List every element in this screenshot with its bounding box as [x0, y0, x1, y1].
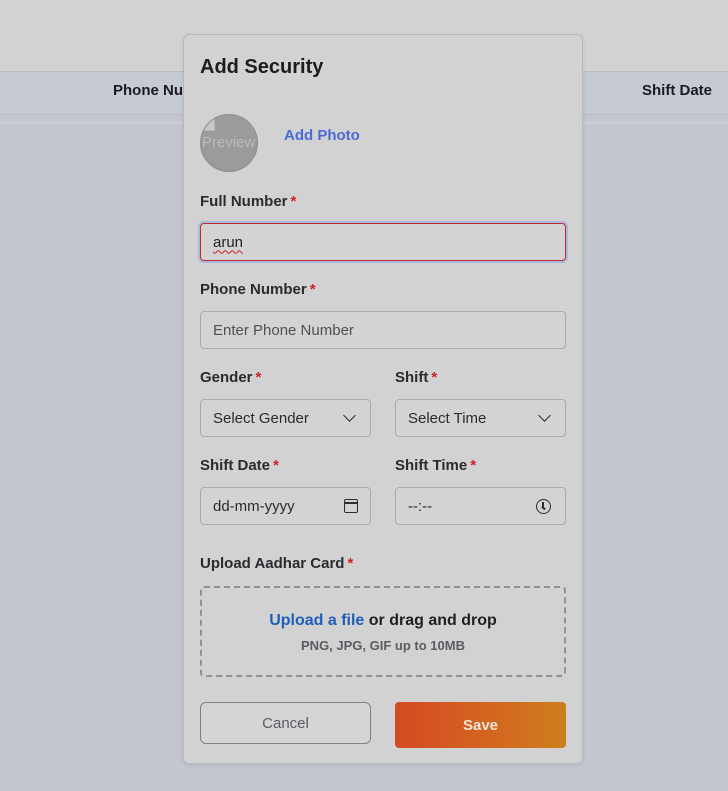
gender-selected-value: Select Gender: [213, 409, 309, 427]
chevron-down-icon: [538, 409, 551, 422]
aadhar-dropzone[interactable]: Upload a file or drag and drop PNG, JPG,…: [200, 586, 566, 677]
modal-title: Add Security: [200, 56, 324, 78]
shift-select[interactable]: Select Time: [395, 399, 566, 437]
gender-select[interactable]: Select Gender: [200, 399, 371, 437]
shift-date-label: Shift Date *: [200, 457, 279, 474]
full-number-label: Full Number *: [200, 193, 297, 210]
shift-time-field[interactable]: --:--: [395, 487, 566, 525]
shift-label: Shift *: [395, 369, 438, 386]
required-mark: *: [470, 457, 477, 474]
upload-aadhar-label: Upload Aadhar Card *: [200, 555, 354, 572]
column-header-phone: Phone Nu: [113, 82, 183, 99]
required-mark: *: [309, 281, 316, 298]
drag-drop-text: or drag and drop: [368, 612, 497, 629]
shift-time-placeholder: --:--: [408, 497, 433, 515]
required-mark: *: [273, 457, 279, 474]
column-header-shift-date: Shift Date: [642, 82, 713, 99]
shift-selected-value: Select Time: [408, 409, 487, 427]
phone-number-placeholder: Enter Phone Number: [213, 321, 354, 339]
add-photo-link[interactable]: Add Photo: [284, 127, 360, 144]
full-number-field[interactable]: arun: [200, 223, 566, 261]
phone-number-field[interactable]: Enter Phone Number: [200, 311, 566, 349]
avatar-preview: Preview: [200, 114, 258, 172]
chevron-down-icon: [343, 409, 356, 422]
shift-time-label: Shift Time *: [395, 457, 477, 474]
cancel-button[interactable]: Cancel: [200, 702, 371, 744]
phone-number-label: Phone Number *: [200, 281, 316, 298]
upload-file-link[interactable]: Upload a file: [269, 612, 364, 629]
calendar-icon[interactable]: [344, 499, 358, 513]
add-security-modal: Add Security Preview Add Photo Full Numb…: [183, 34, 583, 764]
avatar-alt-text: Preview: [202, 134, 256, 151]
required-mark: *: [431, 369, 438, 386]
save-button[interactable]: Save: [395, 702, 566, 748]
clock-icon[interactable]: [536, 498, 551, 514]
shift-date-placeholder: dd-mm-yyyy: [213, 497, 295, 515]
required-mark: *: [255, 369, 262, 386]
dropzone-instructions: Upload a file or drag and drop: [202, 612, 564, 630]
upload-hint: PNG, JPG, GIF up to 10MB: [301, 638, 465, 653]
broken-image-icon: [203, 119, 215, 131]
full-number-value: arun: [213, 233, 244, 251]
required-mark: *: [290, 193, 297, 210]
required-mark: *: [347, 555, 354, 572]
gender-label: Gender *: [200, 369, 262, 386]
shift-date-field[interactable]: dd-mm-yyyy: [200, 487, 371, 525]
